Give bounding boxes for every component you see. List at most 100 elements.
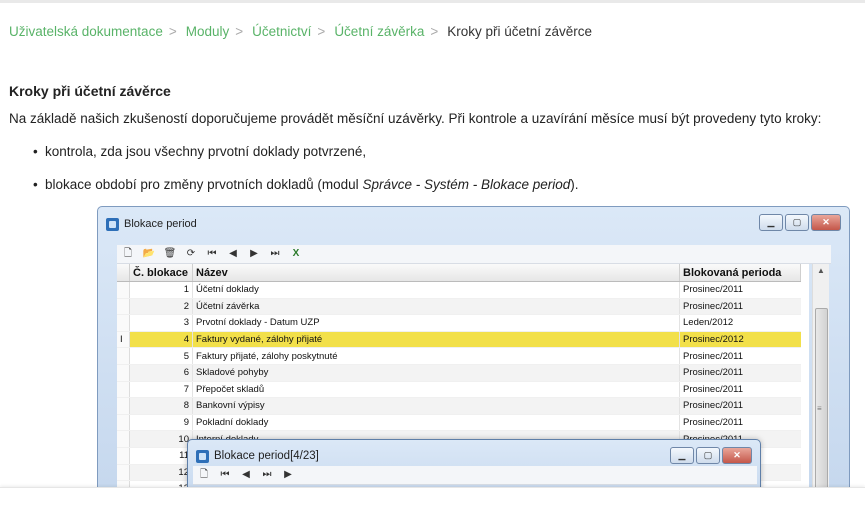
cell-number: 2 [129,298,193,316]
module-path: Správce - Systém - Blokace period [362,177,571,192]
cell-name: Účetní doklady [192,281,680,299]
window-toolbar: 🗋 📂 🗑 ⟳ ⏮ ◀ ▶ ⏭ X [117,245,831,264]
row-indicator-header [117,264,130,282]
cell-period: Prosinec/2011 [679,364,801,382]
open-folder-icon[interactable]: 📂 [142,247,156,261]
cell-name: Prvotní doklady - Datum UZP [192,314,680,332]
close-icon[interactable]: ✕ [722,447,752,464]
page-title: Kroky při účetní závěrce [9,83,171,99]
table-row[interactable]: 9 Pokladní doklady Prosinec/2011 [117,414,801,432]
first-record-icon[interactable]: ⏮ [205,247,219,261]
minimize-icon[interactable]: ▁ [759,214,783,231]
window-controls: ▁ ▢ ✕ [759,214,841,231]
cell-number: 3 [129,314,193,332]
scroll-up-icon[interactable]: ▲ [813,266,829,275]
list-item: • blokace období pro změny prvotních dokl… [0,168,579,201]
maximize-icon[interactable]: ▢ [785,214,809,231]
last-record-icon[interactable]: ⏭ [268,247,282,261]
table-row[interactable]: 5 Faktury přijaté, zálohy poskytnuté Prosi… [117,347,801,365]
cell-name: Skladové pohyby [192,364,680,382]
row-indicator[interactable] [117,298,130,316]
table-row[interactable]: 2 Účetní závěrka Prosinec/2011 [117,298,801,316]
window-titlebar: Blokace period [106,215,197,233]
excel-export-icon[interactable]: X [289,247,303,261]
row-indicator[interactable] [117,464,130,482]
table-row[interactable]: 3 Prvotní doklady - Datum UZP Leden/2012 [117,314,801,332]
previous-record-icon[interactable]: ◀ [239,468,253,482]
next-record-icon[interactable]: ▶ [247,247,261,261]
column-header-period[interactable]: Blokovaná perioda [679,264,801,282]
row-indicator[interactable] [117,281,130,299]
steps-list: • kontrola, zda jsou všechny prvotní dokl… [0,135,579,201]
breadcrumb-separator: > [168,24,177,39]
refresh-icon[interactable]: ⟳ [184,247,198,261]
column-header-number[interactable]: Č. blokace [129,264,193,282]
delete-icon[interactable]: 🗑 [163,247,177,261]
next-record-icon[interactable]: ▶ [281,468,295,482]
cell-period: Prosinec/2011 [679,347,801,365]
intro-paragraph: Na základě našich zkušeností doporučujem… [9,111,822,126]
new-document-icon[interactable]: 🗋 [121,247,135,261]
app-icon [196,449,209,463]
list-item-text: blokace období pro změny prvotních dokla… [45,177,363,192]
cell-period: Prosinec/2011 [679,298,801,316]
column-header-name[interactable]: Název [192,264,680,282]
breadcrumb-separator: > [430,24,439,39]
list-item-text: kontrola, zda jsou všechny prvotní dokla… [45,144,367,159]
breadcrumb-modules[interactable]: Moduly [186,24,230,39]
row-indicator[interactable]: I [117,331,130,349]
bottom-divider [0,487,865,508]
close-icon[interactable]: ✕ [811,214,841,231]
breadcrumb-accounting[interactable]: Účetnictví [252,24,311,39]
first-record-icon[interactable]: ⏮ [218,468,232,482]
breadcrumb: Uživatelská dokumentace > Moduly > Účetnictv… [9,24,592,39]
list-item: • kontrola, zda jsou všechny prvotní dokl… [0,135,579,168]
cell-number: 7 [129,381,193,399]
breadcrumb-user-docs[interactable]: Uživatelská dokumentace [9,24,163,39]
previous-record-icon[interactable]: ◀ [226,247,240,261]
breadcrumb-separator: > [235,24,244,39]
row-indicator[interactable] [117,397,130,415]
row-indicator[interactable] [117,347,130,365]
row-indicator[interactable] [117,414,130,432]
cell-number: 1 [129,281,193,299]
dialog-controls: ▁ ▢ ✕ [670,447,752,464]
table-row[interactable]: 7 Přepočet skladů Prosinec/2011 [117,381,801,399]
cell-number: 10 [129,430,193,448]
row-indicator[interactable] [117,314,130,332]
table-row[interactable]: 6 Skladové pohyby Prosinec/2011 [117,364,801,382]
cell-name: Faktury přijaté, zálohy poskytnuté [192,347,680,365]
cell-number: 11 [129,447,193,465]
cell-name: Bankovní výpisy [192,397,680,415]
cell-name: Účetní závěrka [192,298,680,316]
last-record-icon[interactable]: ⏭ [260,468,274,482]
row-indicator[interactable] [117,364,130,382]
scroll-thumb[interactable] [815,308,828,489]
table-row[interactable]: I 4 Faktury vydané, zálohy přijaté Prosinec… [117,331,801,349]
cell-period: Prosinec/2011 [679,397,801,415]
row-indicator[interactable] [117,430,130,448]
scroll-grip-icon: ≡ [817,404,822,413]
new-document-icon[interactable]: 🗋 [197,468,211,482]
minimize-icon[interactable]: ▁ [670,447,694,464]
cell-name: Přepočet skladů [192,381,680,399]
vertical-scrollbar[interactable]: ▲ ≡ [812,264,829,489]
breadcrumb-current: Kroky při účetní závěrce [447,24,593,39]
table-header-row: Č. blokace Název Blokovaná perioda [117,264,801,282]
row-indicator[interactable] [117,447,130,465]
breadcrumb-closing[interactable]: Účetní závěrka [334,24,424,39]
cell-period: Prosinec/2011 [679,414,801,432]
row-indicator[interactable] [117,381,130,399]
dialog-title: Blokace period[4/23] [214,450,319,462]
cell-name: Faktury vydané, zálohy přijaté [192,331,680,349]
table-row[interactable]: 1 Účetní doklady Prosinec/2011 [117,281,801,299]
cell-period: Prosinec/2011 [679,381,801,399]
maximize-icon[interactable]: ▢ [696,447,720,464]
bullet-icon: • [33,177,38,192]
cell-number: 5 [129,347,193,365]
cell-period: Prosinec/2012 [679,331,801,349]
table-row[interactable]: 8 Bankovní výpisy Prosinec/2011 [117,397,801,415]
bullet-icon: • [33,144,38,159]
cell-number: 8 [129,397,193,415]
cell-period: Leden/2012 [679,314,801,332]
